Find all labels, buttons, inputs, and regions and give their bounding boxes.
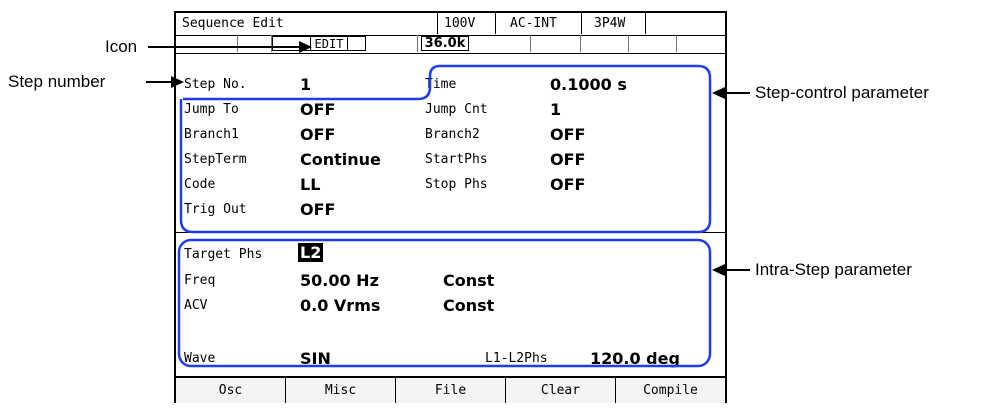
step-control-arrowhead xyxy=(712,87,725,99)
intra-step-arrowhead xyxy=(712,264,725,276)
icon-callout: Icon xyxy=(105,37,138,56)
step-number-callout: Step number xyxy=(8,72,106,91)
icon-arrowhead xyxy=(299,41,312,53)
step-control-callout: Step-control parameter xyxy=(755,83,929,102)
step-control-outline xyxy=(179,64,712,234)
annotation-overlay xyxy=(146,41,750,368)
intra-step-outline xyxy=(177,238,712,368)
intra-step-callout: Intra-Step parameter xyxy=(755,260,912,279)
step-number-arrowhead xyxy=(171,76,184,88)
